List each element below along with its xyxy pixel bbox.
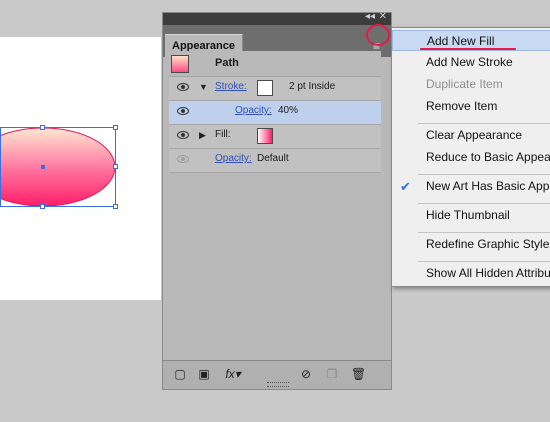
menu-separator bbox=[418, 123, 550, 124]
object-opacity-label[interactable]: Opacity: bbox=[215, 153, 252, 164]
menu-separator bbox=[418, 232, 550, 233]
annotation-underline bbox=[420, 48, 516, 50]
panel-titlebar[interactable]: ◂◂ ✕ bbox=[163, 11, 391, 25]
handle-top-right[interactable] bbox=[113, 125, 118, 130]
handle-bottom-right[interactable] bbox=[113, 204, 118, 209]
selected-ellipse[interactable] bbox=[0, 125, 118, 209]
center-point bbox=[41, 165, 45, 169]
fx-icon[interactable]: fx▾ bbox=[223, 367, 243, 381]
menu-item-new-art-basic[interactable]: ✔ New Art Has Basic Appe bbox=[392, 176, 550, 197]
menu-item-redefine-graphic-style[interactable]: Redefine Graphic Style " bbox=[392, 234, 550, 255]
menu-item-add-new-stroke[interactable]: Add New Stroke bbox=[392, 52, 550, 73]
new-fill-icon[interactable]: ▣ bbox=[197, 367, 211, 381]
close-icon[interactable]: ✕ bbox=[379, 11, 387, 22]
menu-item-clear-appearance[interactable]: Clear Appearance bbox=[392, 125, 550, 146]
fill-row[interactable]: ▶ Fill: bbox=[169, 125, 381, 149]
stroke-swatch[interactable] bbox=[257, 80, 273, 96]
stroke-opacity-label[interactable]: Opacity: bbox=[235, 105, 272, 116]
handle-middle-right[interactable] bbox=[113, 164, 118, 169]
clear-appearance-icon[interactable]: ⊘ bbox=[299, 367, 313, 381]
bounding-box bbox=[0, 127, 116, 207]
expand-down-icon[interactable]: ▼ bbox=[199, 82, 208, 92]
object-thumbnail bbox=[171, 55, 189, 73]
visibility-eye-icon[interactable] bbox=[177, 83, 189, 91]
panel-flyout-menu: Add New Fill Add New Stroke Duplicate It… bbox=[391, 27, 550, 287]
menu-item-reduce-to-basic[interactable]: Reduce to Basic Appear bbox=[392, 147, 550, 168]
stroke-opacity-row[interactable]: Opacity: 40% bbox=[169, 101, 381, 125]
panel-bottom-toolbar: ▢ ▣ fx▾ ⊘ ❐ 🗑 bbox=[163, 360, 391, 389]
object-type-label: Path bbox=[215, 57, 239, 69]
visibility-eye-icon[interactable] bbox=[177, 131, 189, 139]
expand-right-icon[interactable]: ▶ bbox=[199, 130, 206, 141]
collapse-icon[interactable]: ◂◂ bbox=[365, 11, 375, 22]
handle-bottom-middle[interactable] bbox=[40, 204, 45, 209]
menu-separator bbox=[418, 261, 550, 262]
fill-swatch[interactable] bbox=[257, 128, 273, 144]
resize-grip[interactable] bbox=[267, 382, 289, 387]
handle-top-middle[interactable] bbox=[40, 125, 45, 130]
trash-icon[interactable]: 🗑 bbox=[351, 367, 366, 381]
stroke-opacity-value: 40% bbox=[278, 105, 299, 116]
checkmark-icon: ✔ bbox=[400, 179, 411, 194]
stroke-row[interactable]: ▼ Stroke: 2 pt Inside bbox=[169, 77, 381, 101]
menu-item-new-art-basic-label: New Art Has Basic Appe bbox=[426, 179, 550, 193]
fill-label[interactable]: Fill: bbox=[215, 129, 231, 140]
menu-separator bbox=[418, 174, 550, 175]
new-stroke-icon[interactable]: ▢ bbox=[173, 367, 187, 381]
object-opacity-value: Default bbox=[257, 153, 289, 164]
stroke-label[interactable]: Stroke: bbox=[215, 81, 247, 92]
menu-separator bbox=[418, 203, 550, 204]
menu-item-hide-thumbnail[interactable]: Hide Thumbnail bbox=[392, 205, 550, 226]
object-opacity-row[interactable]: Opacity: Default bbox=[169, 149, 381, 173]
menu-item-duplicate-item[interactable]: Duplicate Item bbox=[392, 74, 550, 95]
object-row[interactable]: Path bbox=[169, 51, 381, 77]
menu-item-remove-item[interactable]: Remove Item bbox=[392, 96, 550, 117]
visibility-eye-icon[interactable] bbox=[177, 155, 189, 163]
duplicate-item-icon[interactable]: ❐ bbox=[325, 367, 339, 381]
appearance-panel: ◂◂ ✕ Appearance ≡ Path ▼ Stroke: 2 pt In… bbox=[162, 11, 392, 390]
visibility-eye-icon[interactable] bbox=[177, 107, 189, 115]
stroke-value: 2 pt Inside bbox=[289, 81, 336, 92]
annotation-circle bbox=[366, 24, 390, 46]
menu-item-show-hidden-attributes[interactable]: Show All Hidden Attribu bbox=[392, 263, 550, 284]
